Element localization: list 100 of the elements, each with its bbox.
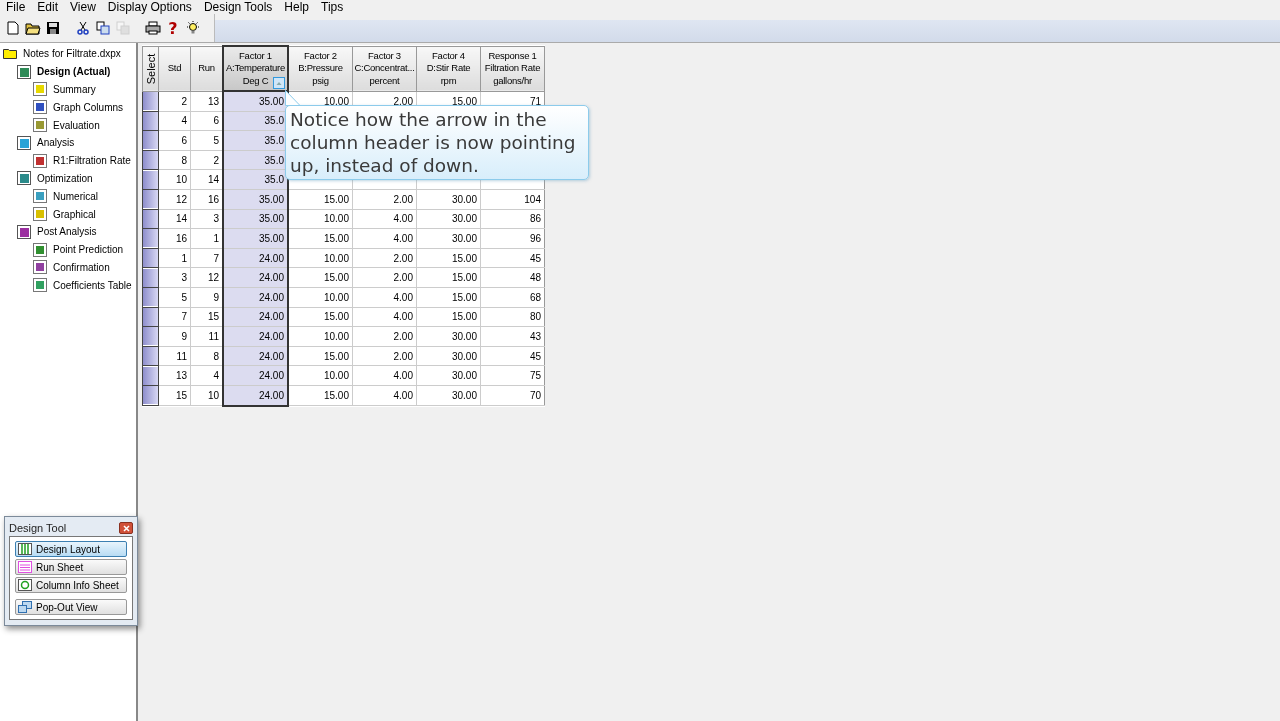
- tree-item[interactable]: Point Prediction: [0, 240, 136, 259]
- table-cell: 2.00: [393, 193, 413, 205]
- column-header[interactable]: Factor 1 A:Temperature Deg C: [223, 46, 288, 91]
- tree-item[interactable]: Optimization: [0, 169, 136, 188]
- table-cell: 70: [529, 389, 541, 401]
- table-cell: 68: [529, 291, 541, 303]
- table-cell: 2.00: [393, 95, 413, 107]
- table-cell: 80: [529, 311, 541, 323]
- document-icon: [33, 278, 47, 293]
- tree-item[interactable]: Notes for Filtrate.dxpx: [0, 45, 136, 63]
- row-select-button[interactable]: [143, 190, 158, 209]
- menu-item[interactable]: Design Tools: [197, 0, 279, 14]
- table-cell: 30.00: [451, 389, 477, 401]
- menu-item[interactable]: Help: [278, 0, 316, 14]
- table-cell: 9: [213, 291, 219, 303]
- tree-item[interactable]: Evaluation: [0, 116, 136, 134]
- table-cell: 35.00: [258, 213, 284, 225]
- table-cell: 24.00: [258, 330, 284, 342]
- design-tool-button[interactable]: Design Layout: [15, 541, 127, 557]
- table-cell: 30.00: [451, 330, 477, 342]
- print-button[interactable]: [144, 18, 162, 38]
- row-select-button[interactable]: [143, 327, 158, 346]
- table-cell: 4.00: [393, 232, 413, 244]
- table-cell: 10: [207, 389, 219, 401]
- column-header[interactable]: Response 1 Filtration Rate gallons/hr: [480, 46, 545, 91]
- table-cell: 71: [529, 95, 541, 107]
- table-cell: 24.00: [258, 370, 284, 382]
- document-icon: [33, 100, 47, 115]
- table-cell: 1: [181, 252, 187, 264]
- copy-button[interactable]: [94, 18, 112, 38]
- table-cell: 4: [181, 115, 187, 127]
- tree-item[interactable]: Graphical: [0, 205, 136, 223]
- table-cell: 15.00: [323, 272, 349, 284]
- design-tool-button[interactable]: Run Sheet: [15, 559, 127, 575]
- table-cell: 3: [181, 272, 187, 284]
- row-select-button[interactable]: [143, 386, 158, 405]
- row-select-button[interactable]: [143, 92, 158, 111]
- table-cell: 11: [176, 350, 187, 362]
- windows-icon: [18, 601, 32, 613]
- row-select-button[interactable]: [143, 268, 158, 287]
- column-header[interactable]: Factor 3 C:Concentrat... percent: [352, 46, 417, 91]
- table-cell: 24.00: [258, 272, 284, 284]
- table-cell: 24.00: [258, 311, 284, 323]
- callout-pointer: [285, 90, 301, 106]
- row-select-button[interactable]: [143, 288, 158, 307]
- tree-item[interactable]: Post Analysis: [0, 222, 136, 241]
- table-cell: 12: [175, 193, 187, 205]
- table-cell: 15.00: [323, 311, 349, 323]
- table-cell: 14: [207, 174, 219, 186]
- callout-tooltip: Notice how the arrow in the column header is now pointing up, instead of down.: [285, 105, 589, 180]
- table-cell: 15.00: [323, 232, 349, 244]
- table-cell: 10.00: [323, 291, 349, 303]
- row-select-button[interactable]: [143, 249, 158, 268]
- column-header[interactable]: Std: [158, 46, 191, 91]
- table-cell: 4.00: [393, 213, 413, 225]
- table-cell: 10.00: [323, 252, 349, 264]
- table-cell: 4.00: [393, 370, 413, 382]
- menu-item[interactable]: Edit: [31, 0, 65, 14]
- table-cell: 45: [529, 252, 541, 264]
- column-header[interactable]: Factor 2 B:Pressure psig: [288, 46, 353, 91]
- row-select-button[interactable]: [143, 151, 158, 170]
- tree-item[interactable]: R1:Filtration Rate: [0, 151, 136, 170]
- menu-item[interactable]: File: [0, 0, 32, 14]
- tree-item[interactable]: Design (Actual): [0, 62, 136, 81]
- menu-item[interactable]: View: [64, 0, 102, 14]
- new-button[interactable]: [4, 18, 22, 38]
- column-header[interactable]: Factor 4 D:Stir Rate rpm: [416, 46, 481, 91]
- table-cell: 16: [175, 232, 187, 244]
- tree-item[interactable]: Graph Columns: [0, 98, 136, 117]
- table-cell: 8: [213, 350, 219, 362]
- column-header[interactable]: Select: [142, 46, 159, 91]
- table-cell: 6: [181, 135, 187, 146]
- table-cell: 10.00: [323, 95, 349, 107]
- row-select-button[interactable]: [143, 366, 158, 385]
- table-cell: 48: [529, 272, 541, 284]
- table-cell: 11: [208, 330, 219, 342]
- design-tool-button[interactable]: Column Info Sheet: [15, 577, 127, 593]
- design-tool-button[interactable]: Pop-Out View: [15, 599, 127, 615]
- row-select-button[interactable]: [143, 170, 158, 189]
- tree-item[interactable]: Coefficients Table: [0, 276, 136, 295]
- table-cell: 1: [213, 232, 219, 244]
- row-select-button[interactable]: [143, 131, 158, 150]
- row-select-button[interactable]: [143, 229, 158, 248]
- table-cell: 24.00: [258, 350, 284, 362]
- table-cell: 35.0: [264, 154, 284, 166]
- tree-item[interactable]: Numerical: [0, 187, 136, 206]
- table-cell: 8: [181, 154, 187, 166]
- menu-item[interactable]: Display Options: [101, 0, 198, 14]
- close-button[interactable]: [119, 522, 133, 534]
- tree-item[interactable]: Summary: [0, 80, 136, 99]
- help-button[interactable]: ?: [164, 18, 182, 38]
- table-cell: 2: [181, 95, 187, 107]
- table-cell: 30.00: [451, 370, 477, 382]
- table-cell: 3: [213, 213, 219, 225]
- menu-item[interactable]: Tips: [315, 0, 350, 14]
- table-cell: 75: [529, 370, 541, 382]
- tree-item[interactable]: Confirmation: [0, 258, 136, 277]
- table-cell: 15.00: [323, 193, 349, 205]
- table-cell: 96: [529, 232, 541, 244]
- tree-item[interactable]: Analysis: [0, 134, 136, 152]
